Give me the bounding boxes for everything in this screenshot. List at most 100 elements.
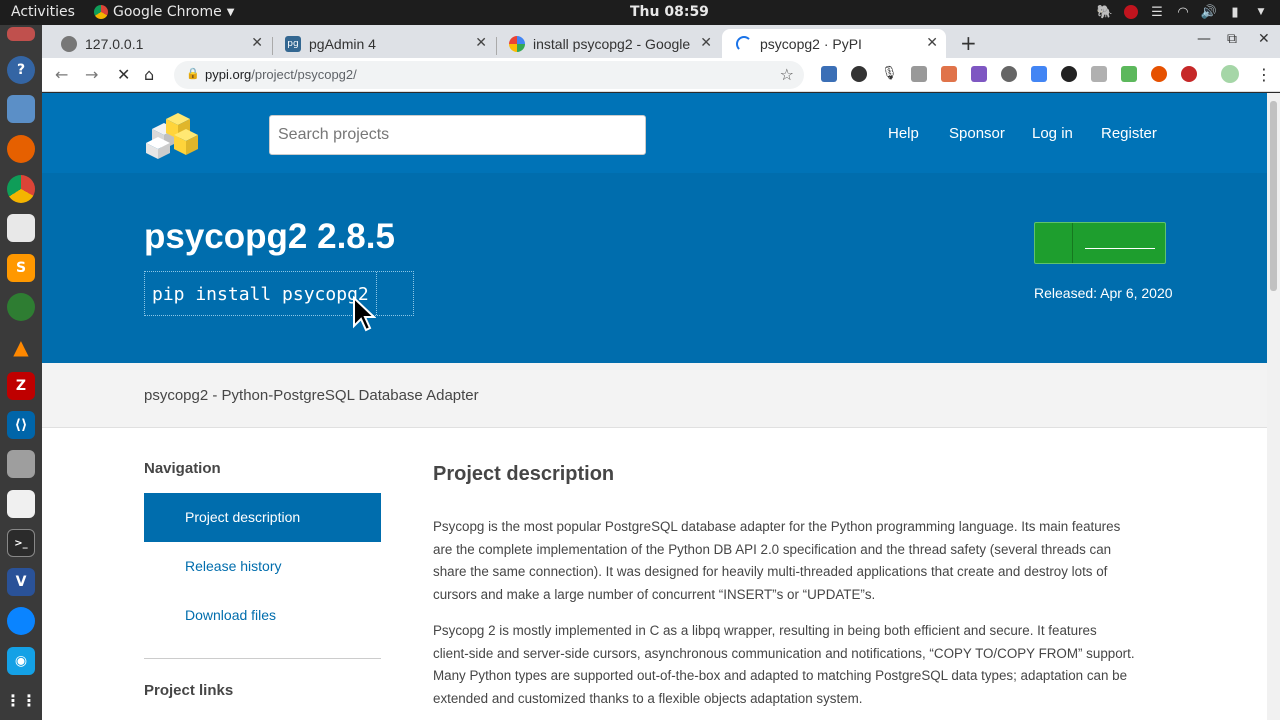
sidebar-item-label: Project description: [185, 509, 301, 525]
page-scrollbar[interactable]: [1267, 93, 1280, 720]
nav-help[interactable]: Help: [888, 125, 919, 142]
release-date: Released: Apr 6, 2020: [1034, 285, 1173, 301]
sidebar-item-download-files[interactable]: Download files: [144, 591, 381, 640]
extension-icon[interactable]: [821, 66, 837, 82]
sublime-text-icon[interactable]: S: [7, 254, 35, 282]
extension-icon[interactable]: [851, 66, 867, 82]
dock: ? S ▲ Z ⟨⟩ >_ V ◉ ⋮⋮: [0, 25, 42, 720]
extension-icon[interactable]: [1151, 66, 1167, 82]
home-icon[interactable]: ⌂: [144, 65, 154, 84]
firefox-icon[interactable]: [7, 135, 35, 163]
button-divider: [1072, 223, 1073, 263]
nav-register[interactable]: Register: [1101, 125, 1157, 142]
filezilla-icon[interactable]: Z: [7, 372, 35, 400]
extension-icon[interactable]: [941, 66, 957, 82]
description-line: Psycopg 2 is mostly implemented in C as …: [433, 623, 1097, 638]
record-icon[interactable]: [1122, 3, 1140, 21]
package-banner: psycopg2 2.8.5 pip install psycopg2 Rele…: [42, 173, 1267, 363]
lock-icon: 🔒: [186, 67, 200, 80]
text-editor-icon[interactable]: [7, 490, 35, 518]
stop-loading-icon[interactable]: ✕: [117, 65, 130, 84]
clock[interactable]: Thu 08:59: [630, 4, 709, 20]
activities-button[interactable]: Activities: [11, 4, 75, 20]
sidebar-divider: [144, 658, 381, 659]
search-input[interactable]: [269, 115, 646, 155]
minimize-icon[interactable]: —: [1197, 31, 1211, 47]
close-icon[interactable]: ✕: [926, 35, 938, 51]
back-icon[interactable]: ←: [55, 65, 68, 84]
loading-spinner-icon: [736, 35, 752, 52]
translate-icon[interactable]: [1031, 66, 1047, 82]
pgadmin-icon: pg: [285, 35, 301, 52]
maximize-icon[interactable]: ⧉: [1227, 31, 1237, 47]
description-paragraph: Psycopg 2 is mostly implemented in C as …: [433, 620, 1173, 710]
extension-icon[interactable]: [1001, 66, 1017, 82]
vpn-icon[interactable]: ◉: [7, 647, 35, 675]
copy-button[interactable]: [376, 272, 414, 315]
system-top-bar: Activities Google Chrome ▼ Thu 08:59 🐘 ☰…: [0, 0, 1280, 25]
description-line: extended and customized thanks to a flex…: [433, 690, 863, 706]
pypi-logo-icon[interactable]: [142, 105, 206, 161]
new-tab-button[interactable]: +: [960, 31, 977, 55]
site-header: Help Sponsor Log in Register: [42, 93, 1267, 173]
microphone-icon[interactable]: 🎙: [881, 66, 898, 82]
tab-google-search[interactable]: install psycopg2 - Google ✕: [495, 29, 720, 58]
package-summary: psycopg2 - Python-PostgreSQL Database Ad…: [144, 387, 479, 404]
document-viewer-icon[interactable]: [7, 95, 35, 123]
vscode-icon[interactable]: ⟨⟩: [7, 411, 35, 439]
app-menu[interactable]: Google Chrome ▼: [94, 4, 234, 20]
vlc-icon[interactable]: ▲: [7, 333, 35, 361]
chevron-down-icon[interactable]: ▼: [1252, 3, 1270, 21]
dock-app-icon[interactable]: [7, 27, 35, 41]
chrome-icon: [94, 5, 108, 19]
description-line: Psycopg is the most popular PostgreSQL d…: [433, 519, 1121, 534]
wifi-icon[interactable]: ◠: [1174, 3, 1192, 21]
volume-icon[interactable]: 🔊: [1200, 3, 1218, 21]
sidebar-item-project-description[interactable]: Project description: [144, 493, 381, 542]
bookmark-star-icon[interactable]: ☆: [780, 65, 794, 84]
vim-icon[interactable]: V: [7, 568, 35, 596]
camera-app-icon[interactable]: [7, 293, 35, 321]
tab-localhost[interactable]: 127.0.0.1 ✕: [47, 29, 271, 58]
tab-pypi[interactable]: psycopg2 · PyPI ✕: [722, 29, 946, 58]
sidebar-item-release-history[interactable]: Release history: [144, 542, 381, 591]
download-icon[interactable]: [1121, 66, 1137, 82]
close-window-icon[interactable]: ✕: [1258, 31, 1270, 47]
menu-icon[interactable]: ⋮: [1256, 65, 1272, 84]
postgres-elephant-icon[interactable]: 🐘: [1096, 3, 1114, 21]
thunderbird-icon[interactable]: [7, 607, 35, 635]
chrome-icon[interactable]: [7, 175, 35, 203]
description-line: cursors and make a large number of concu…: [433, 586, 876, 602]
close-icon[interactable]: ✕: [251, 35, 263, 51]
sidebar-item-label: Release history: [185, 558, 282, 574]
nav-sponsor[interactable]: Sponsor: [949, 125, 1005, 142]
package-title: psycopg2 2.8.5: [144, 217, 395, 256]
extension-icon[interactable]: [1061, 66, 1077, 82]
nav-login[interactable]: Log in: [1032, 125, 1073, 142]
pip-command[interactable]: pip install psycopg2: [152, 284, 369, 305]
adblock-icon[interactable]: [1181, 66, 1197, 82]
close-icon[interactable]: ✕: [700, 35, 712, 51]
app-name: Google Chrome: [113, 4, 222, 20]
tab-title: pgAdmin 4: [309, 35, 376, 52]
terminal-icon[interactable]: >_: [7, 529, 35, 557]
files-icon[interactable]: [7, 450, 35, 478]
camera-icon[interactable]: [911, 66, 927, 82]
address-bar[interactable]: 🔒 pypi.org/project/psycopg2/ ☆: [174, 61, 804, 89]
extension-icon[interactable]: [1091, 66, 1107, 82]
version-status-button[interactable]: [1034, 222, 1166, 264]
notes-icon[interactable]: ☰: [1148, 3, 1166, 21]
profile-avatar[interactable]: [1221, 65, 1239, 83]
scrollbar-thumb[interactable]: [1270, 101, 1277, 291]
show-apps-icon[interactable]: ⋮⋮: [5, 686, 37, 714]
battery-icon[interactable]: ▮: [1226, 3, 1244, 21]
tab-pgadmin[interactable]: pg pgAdmin 4 ✕: [271, 29, 495, 58]
help-icon[interactable]: ?: [7, 56, 35, 84]
tab-title: 127.0.0.1: [85, 35, 144, 52]
tab-title: install psycopg2 - Google: [533, 35, 691, 52]
sidebar-item-label: Download files: [185, 607, 277, 623]
pen-icon[interactable]: [971, 66, 987, 82]
forward-icon[interactable]: →: [85, 65, 98, 84]
close-icon[interactable]: ✕: [475, 35, 487, 51]
mail-icon[interactable]: [7, 214, 35, 242]
